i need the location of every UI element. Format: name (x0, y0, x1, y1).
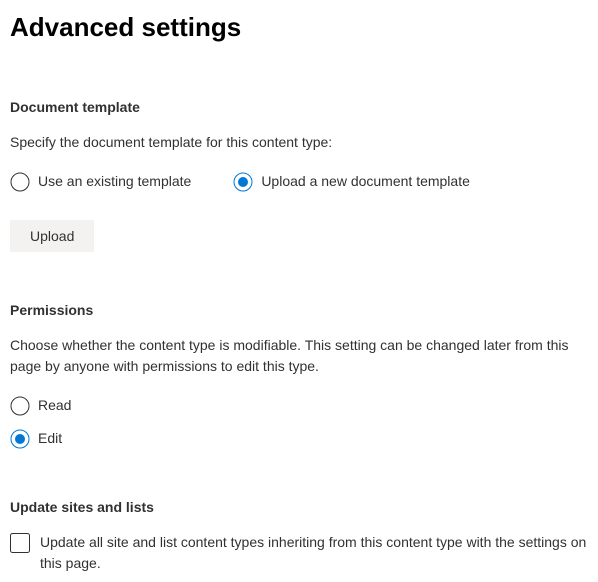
permissions-radio-group: Read Edit (10, 395, 588, 449)
checkbox-update-all-sites[interactable]: Update all site and list content types i… (10, 532, 588, 574)
document-template-description: Specify the document template for this c… (10, 132, 588, 153)
section-update-sites: Update sites and lists Update all site a… (10, 497, 588, 574)
radio-label: Read (38, 395, 71, 416)
upload-button[interactable]: Upload (10, 220, 94, 252)
radio-selected-icon (233, 172, 253, 192)
update-sites-heading: Update sites and lists (10, 497, 588, 518)
section-document-template: Document template Specify the document t… (10, 97, 588, 252)
radio-use-existing-template[interactable]: Use an existing template (10, 171, 191, 192)
radio-permission-read[interactable]: Read (10, 395, 588, 416)
radio-upload-new-template[interactable]: Upload a new document template (233, 171, 470, 192)
document-template-radio-group: Use an existing template Upload a new do… (10, 171, 588, 192)
checkbox-label: Update all site and list content types i… (40, 532, 588, 574)
radio-unselected-icon (10, 396, 30, 416)
radio-selected-icon (10, 429, 30, 449)
document-template-heading: Document template (10, 97, 588, 118)
page-title: Advanced settings (10, 8, 588, 47)
radio-label: Use an existing template (38, 171, 191, 192)
radio-label: Upload a new document template (261, 171, 470, 192)
section-permissions: Permissions Choose whether the content t… (10, 300, 588, 449)
checkbox-unchecked-icon (10, 533, 30, 553)
radio-permission-edit[interactable]: Edit (10, 428, 588, 449)
permissions-description: Choose whether the content type is modif… (10, 335, 588, 377)
radio-unselected-icon (10, 172, 30, 192)
radio-label: Edit (38, 428, 62, 449)
permissions-heading: Permissions (10, 300, 588, 321)
